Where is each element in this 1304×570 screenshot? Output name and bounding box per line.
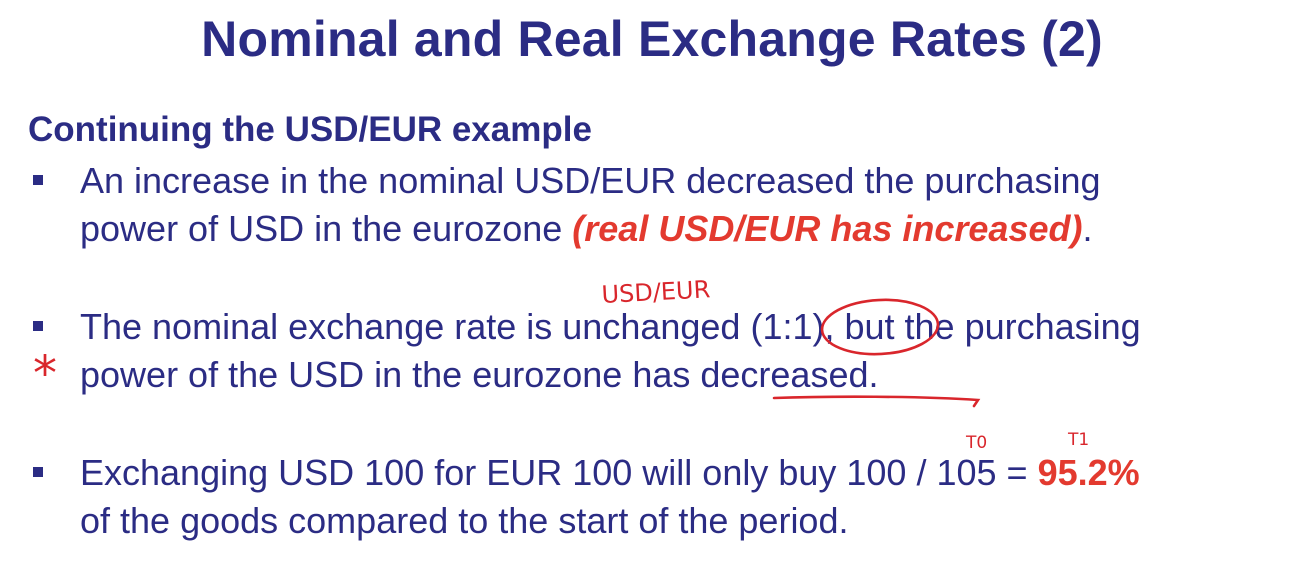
ink-underline-decreased — [772, 395, 981, 408]
ink-annotations: USD/EUR * T0 T1 — [33, 275, 1089, 453]
ink-t0: T0 — [965, 433, 987, 453]
ink-star: * — [33, 346, 57, 402]
ink-ratio-circle — [820, 298, 940, 356]
ink-usd-eur-label: USD/EUR — [601, 275, 711, 309]
ink-t1: T1 — [1067, 430, 1089, 450]
